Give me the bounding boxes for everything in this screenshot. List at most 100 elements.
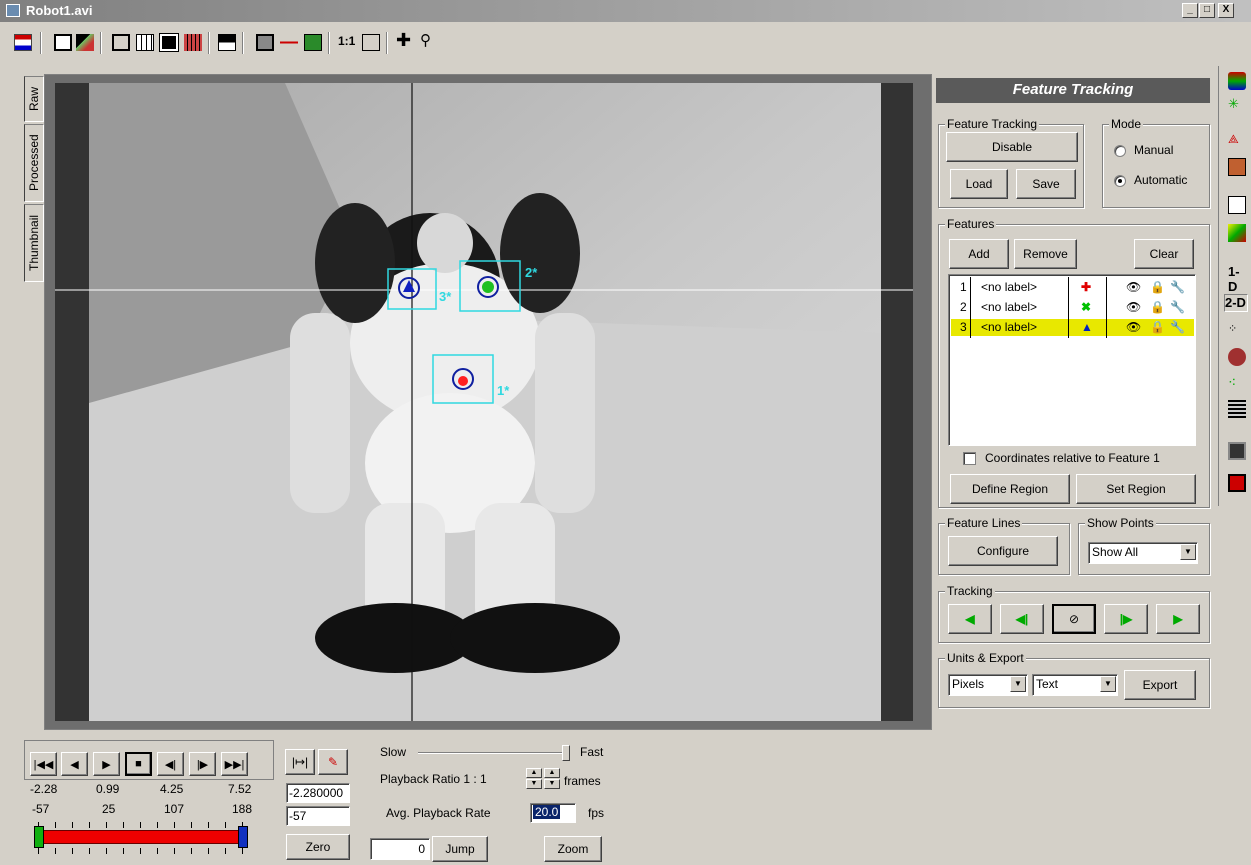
jump-frame-field[interactable]: 0 bbox=[370, 838, 430, 860]
start-marker-handle[interactable] bbox=[34, 826, 44, 848]
line-icon[interactable] bbox=[280, 34, 298, 51]
image-icon[interactable] bbox=[76, 34, 94, 51]
feature-row-selected[interactable]: 3 <no label> ▲ 👁 🔒 🔧 bbox=[951, 319, 1194, 336]
set-region-button[interactable]: Set Region bbox=[1076, 474, 1196, 504]
feature-row[interactable]: 2 <no label> ✖ 👁 🔒 🔧 bbox=[951, 299, 1194, 316]
load-button[interactable]: Load bbox=[950, 169, 1008, 199]
chevron-down-icon[interactable]: ▼ bbox=[1010, 676, 1026, 692]
units-select[interactable]: Pixels ▼ bbox=[948, 674, 1028, 696]
wrench-icon[interactable]: 🔧 bbox=[1170, 300, 1185, 314]
zoom-button[interactable]: Zoom bbox=[544, 836, 602, 862]
define-region-button[interactable]: Define Region bbox=[950, 474, 1070, 504]
track-forward-fast-button[interactable]: ▶ bbox=[1156, 604, 1200, 634]
step-forward-button[interactable]: |▶ bbox=[189, 752, 216, 776]
ratio-spinner-down[interactable]: ▼ bbox=[526, 779, 542, 789]
eye-icon[interactable]: 👁 bbox=[1126, 320, 1141, 334]
wrench-icon[interactable]: 🔧 bbox=[1170, 320, 1185, 334]
ratio-icon[interactable]: 1:1 bbox=[338, 34, 355, 48]
export-button[interactable]: Export bbox=[1124, 670, 1196, 700]
two-d-button[interactable]: 2-D bbox=[1224, 294, 1248, 312]
chart-icon[interactable] bbox=[1228, 224, 1246, 242]
one-d-button[interactable]: 1-D bbox=[1228, 264, 1246, 294]
lock-icon[interactable]: 🔒 bbox=[1150, 300, 1165, 314]
wrench-icon[interactable]: 🔧 bbox=[1170, 280, 1185, 294]
frames-spinner-up[interactable]: ▲ bbox=[544, 768, 560, 778]
ratio-spinner-up[interactable]: ▲ bbox=[526, 768, 542, 778]
photo-icon[interactable] bbox=[1228, 158, 1246, 176]
go-to-end-button[interactable]: ▶▶| bbox=[221, 752, 248, 776]
track-step-forward-button[interactable]: |▶ bbox=[1104, 604, 1148, 634]
go-to-start-button[interactable]: |◀◀ bbox=[30, 752, 57, 776]
document-icon[interactable] bbox=[1228, 196, 1246, 214]
filmstrip-icon[interactable] bbox=[184, 34, 202, 51]
points-icon[interactable]: ⁘ bbox=[1228, 322, 1246, 340]
crosshair-icon[interactable]: ✚ bbox=[396, 30, 411, 51]
blob-icon[interactable] bbox=[1228, 348, 1246, 366]
graph-icon[interactable]: ⟁ bbox=[1228, 132, 1246, 150]
zoom-icon[interactable]: ⚲ bbox=[420, 31, 431, 49]
maximize-button[interactable]: □ bbox=[1199, 3, 1215, 18]
show-points-select[interactable]: Show All ▼ bbox=[1088, 542, 1198, 564]
lock-icon[interactable]: 🔒 bbox=[1150, 320, 1165, 334]
minimize-button[interactable]: _ bbox=[1182, 3, 1198, 18]
track-step-back-button[interactable]: ◀| bbox=[1000, 604, 1044, 634]
stop-button[interactable]: ■ bbox=[125, 752, 152, 776]
track-stop-button[interactable]: ⊘ bbox=[1052, 604, 1096, 634]
speed-slider-track[interactable] bbox=[418, 752, 568, 754]
eye-icon[interactable]: 👁 bbox=[1126, 280, 1141, 294]
configure-button[interactable]: Configure bbox=[948, 536, 1058, 566]
jump-button[interactable]: Jump bbox=[432, 836, 488, 862]
set-range-button[interactable]: |↦| bbox=[285, 749, 315, 775]
frame-icon[interactable] bbox=[54, 34, 72, 51]
camera-icon[interactable] bbox=[1228, 442, 1246, 460]
color-icon[interactable] bbox=[304, 34, 322, 51]
play-reverse-button[interactable]: ◀ bbox=[61, 752, 88, 776]
scatter-icon[interactable]: ⁖ bbox=[1228, 374, 1246, 392]
feature-marker-3[interactable]: 3* bbox=[439, 289, 451, 304]
close-button[interactable]: X bbox=[1218, 3, 1234, 18]
film-icon[interactable] bbox=[14, 34, 32, 51]
eye-icon[interactable]: 👁 bbox=[1126, 300, 1141, 314]
window-icon[interactable] bbox=[112, 34, 130, 51]
clear-range-button[interactable]: ✎ bbox=[318, 749, 348, 775]
chevron-down-icon[interactable]: ▼ bbox=[1100, 676, 1116, 692]
format-select[interactable]: Text ▼ bbox=[1032, 674, 1118, 696]
floppy-save-icon[interactable] bbox=[1228, 474, 1246, 492]
lock-icon[interactable]: 🔒 bbox=[1150, 280, 1165, 294]
grid-icon[interactable] bbox=[136, 34, 154, 51]
overlay-icon[interactable] bbox=[256, 34, 274, 51]
feature-marker-2[interactable]: 2* bbox=[525, 265, 537, 280]
manual-radio[interactable] bbox=[1114, 145, 1126, 157]
save-button[interactable]: Save bbox=[1016, 169, 1076, 199]
nodes-icon[interactable]: ✳ bbox=[1228, 96, 1246, 114]
tab-processed[interactable]: Processed bbox=[24, 124, 44, 202]
end-marker-handle[interactable] bbox=[238, 826, 248, 848]
play-button[interactable]: ▶ bbox=[93, 752, 120, 776]
feature-row[interactable]: 1 <no label> ✚ 👁 🔒 🔧 bbox=[951, 279, 1194, 296]
feature-marker-1[interactable]: 1* bbox=[497, 383, 509, 398]
relative-checkbox[interactable] bbox=[963, 452, 976, 465]
add-feature-button[interactable]: Add bbox=[949, 239, 1009, 269]
current-time-field[interactable]: -2.280000 bbox=[286, 783, 350, 803]
video-image[interactable]: 1* 2* 3* bbox=[55, 83, 913, 721]
timeline-range-bar[interactable] bbox=[40, 830, 245, 844]
step-back-button[interactable]: ◀| bbox=[157, 752, 184, 776]
frames-spinner-down[interactable]: ▼ bbox=[544, 779, 560, 789]
zero-button[interactable]: Zero bbox=[286, 834, 350, 860]
picture-icon[interactable] bbox=[159, 33, 179, 52]
clear-features-button[interactable]: Clear bbox=[1134, 239, 1194, 269]
tab-thumbnail[interactable]: Thumbnail bbox=[24, 204, 44, 282]
split-icon[interactable] bbox=[218, 34, 236, 51]
disable-button[interactable]: Disable bbox=[946, 132, 1078, 162]
track-backward-fast-button[interactable]: ◀ bbox=[948, 604, 992, 634]
tab-raw[interactable]: Raw bbox=[24, 76, 44, 122]
avg-playback-field[interactable]: 20.0 bbox=[530, 803, 576, 823]
chevron-down-icon[interactable]: ▼ bbox=[1180, 544, 1196, 560]
terrain-icon[interactable] bbox=[1228, 400, 1246, 418]
layers-icon[interactable] bbox=[1228, 72, 1246, 90]
speed-slider-thumb[interactable] bbox=[562, 745, 570, 761]
fit-icon[interactable] bbox=[362, 34, 380, 51]
remove-feature-button[interactable]: Remove bbox=[1014, 239, 1077, 269]
automatic-radio[interactable] bbox=[1114, 175, 1126, 187]
current-frame-field[interactable]: -57 bbox=[286, 806, 350, 826]
